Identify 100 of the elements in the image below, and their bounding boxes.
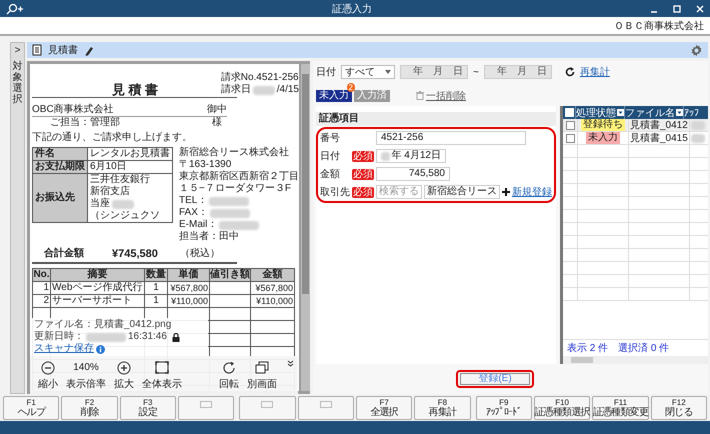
register-button[interactable]: 登録(E) (460, 373, 530, 385)
function-key[interactable]: F1 ヘルプ (3, 396, 60, 420)
selected-count: 選択済 0 件 (618, 342, 670, 355)
blurred-text (86, 332, 126, 342)
scrollbar[interactable] (563, 356, 708, 364)
table-cell-text: 三井住友銀行 (90, 174, 150, 186)
field-label: 金額 (320, 168, 341, 181)
partner-field[interactable]: 新宿総合リース (424, 185, 500, 199)
honorific: 御中 (207, 104, 227, 116)
status-tab[interactable]: 未入力 (316, 90, 352, 102)
maximize-icon[interactable] (673, 4, 681, 12)
function-key[interactable]: F12 閉じる (650, 396, 707, 420)
table-cell: お支払期限 (32, 160, 88, 174)
table-cell: 当座 (90, 198, 110, 210)
date-field[interactable]: 年 月 日 (484, 65, 552, 79)
total-label: 合計金額 (44, 248, 84, 260)
table-cell: お振込先 (32, 174, 88, 222)
scanner-save-link[interactable]: スキャナ保存 (34, 343, 94, 355)
filter-icon[interactable] (676, 109, 683, 116)
filter-label: 日付 (316, 66, 336, 79)
document-type: 見積書 (48, 44, 78, 57)
blurred-text (252, 86, 275, 94)
table-cell: ¥110,000 (250, 294, 294, 308)
function-key[interactable]: F10 証憑種類選択 (534, 396, 590, 420)
new-registration-link[interactable]: 新規登録 (512, 185, 552, 199)
column-header[interactable]: ｱｯﾌ (684, 106, 708, 119)
zoom-in-icon[interactable] (117, 360, 131, 374)
table-cell: 6月10日 (90, 161, 127, 173)
total-amount: ¥745,580 (112, 248, 158, 260)
table-cell: サーバーサポート (50, 294, 144, 308)
greeting-text: 下記の通り、ご請求申し上げます。 (32, 132, 192, 144)
tool-label: 回転 (219, 378, 239, 391)
number-field[interactable]: 4521-256 (376, 131, 526, 145)
table-cell: 1 (144, 282, 168, 294)
count-badge: 2 (346, 82, 355, 92)
pencil-icon[interactable] (84, 44, 94, 56)
chevron-down-icon[interactable] (287, 360, 294, 367)
status-tag: 未入力 (586, 132, 620, 144)
windows-icon[interactable] (255, 361, 269, 374)
honorific: 様 (212, 117, 222, 129)
zoom-out-icon[interactable] (41, 360, 55, 374)
range-separator: ~ (473, 66, 479, 78)
amount-field[interactable]: 745,580 (376, 167, 450, 181)
table-cell-text: 新宿支店 (90, 186, 130, 198)
search-field[interactable]: 検索する (376, 185, 422, 199)
info-icon[interactable] (96, 344, 105, 354)
column-header: 単価 (168, 268, 210, 282)
required-badge: 必須 (352, 168, 374, 180)
column-header: 値引き額 (210, 268, 250, 282)
tax-note: （税込） (180, 248, 220, 260)
function-key[interactable]: F7 全選択 (356, 396, 412, 420)
table-cell: 1 (32, 282, 50, 294)
table-cell: （シンジュクソ (90, 210, 160, 222)
rotate-icon[interactable] (222, 360, 236, 374)
sender-detail: 新宿総合リース株式会社 (179, 147, 289, 159)
company-name: ＯＢＣ商事株式会社 (614, 20, 704, 32)
row-checkbox[interactable] (566, 134, 574, 142)
table-cell: 見積書_0415 (630, 132, 688, 144)
fit-screen-icon[interactable] (155, 361, 169, 374)
table-cell: 件名 (32, 148, 88, 160)
file-name: ファイル名：見積書_0412.png (34, 319, 172, 330)
function-key[interactable]: F8 再集計 (414, 396, 471, 420)
contact-person: ご担当：管理部 (50, 117, 120, 129)
date-field[interactable]: 年 4月12日 (376, 149, 446, 163)
row-checkbox[interactable] (566, 120, 574, 130)
lock-icon (172, 332, 180, 342)
request-date-label: 請求日 (220, 84, 251, 96)
table-cell: 見積書_0412 (630, 119, 688, 131)
column-header: No. (32, 268, 50, 282)
scrollbar[interactable] (301, 64, 310, 391)
document-title: 見 積 書 (112, 84, 158, 96)
table-cell: ¥567,800 (250, 282, 294, 294)
plus-icon[interactable] (502, 188, 510, 196)
addressee: OBC商事株式会社 (32, 104, 114, 116)
required-badge: 必須 (352, 186, 374, 198)
side-tab[interactable]: > 対象選択 (10, 42, 25, 394)
settings-icon[interactable] (690, 44, 703, 56)
table-cell: 2 (32, 294, 50, 308)
bulk-delete-link[interactable]: 一括削除 (426, 88, 466, 102)
select-all-checkbox[interactable] (564, 108, 574, 117)
table-cell: Webページ作成代行 (50, 282, 144, 294)
search-plus-icon[interactable] (6, 2, 24, 14)
filter-icon[interactable] (617, 109, 624, 116)
period-select[interactable]: すべて (341, 65, 395, 79)
column-header: 金額 (250, 268, 294, 282)
tool-label: 全体表示 (142, 378, 182, 391)
field-label: 取引先 (320, 186, 350, 199)
function-key[interactable]: F9 ｱｯﾌﾟﾛｰﾄﾞ (476, 396, 532, 420)
updated-time: 16:31:46 (128, 331, 167, 343)
function-key[interactable]: F11 証憑種類変更 (592, 396, 649, 420)
date-field[interactable]: 年 月 日 (400, 65, 468, 79)
tool-label: 表示倍率 (66, 378, 106, 391)
function-key[interactable]: F2 削除 (61, 396, 118, 420)
request-date: /4/15 (276, 84, 299, 96)
close-icon[interactable] (696, 4, 704, 12)
field-label: 番号 (320, 132, 341, 145)
recalculate-link[interactable]: 再集計 (580, 65, 610, 79)
field-label: 日付 (320, 150, 341, 163)
refresh-icon[interactable] (564, 67, 575, 77)
function-key[interactable]: F3 設定 (120, 396, 176, 420)
